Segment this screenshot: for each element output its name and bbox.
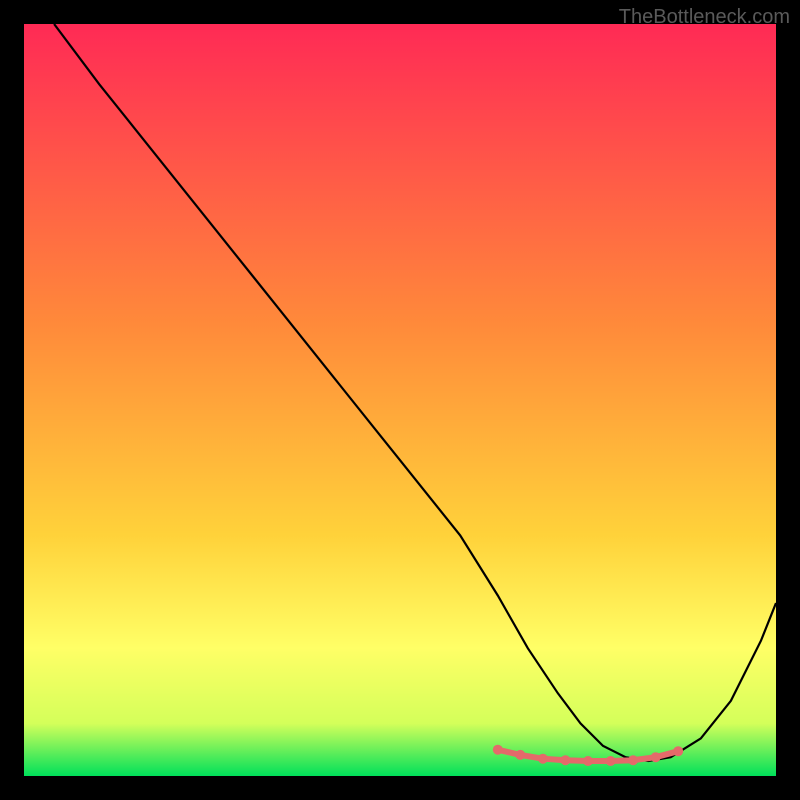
optimal-zone-point [628,755,638,765]
optimal-zone-point [515,750,525,760]
optimal-zone-point [673,746,683,756]
watermark-text: TheBottleneck.com [619,6,790,29]
chart-background [24,24,776,776]
optimal-zone-point [651,752,661,762]
optimal-zone-point [606,756,616,766]
optimal-zone-point [493,745,503,755]
optimal-zone-point [583,756,593,766]
chart-plot-area [24,24,776,776]
optimal-zone-point [560,755,570,765]
optimal-zone-point [538,754,548,764]
chart-svg [24,24,776,776]
